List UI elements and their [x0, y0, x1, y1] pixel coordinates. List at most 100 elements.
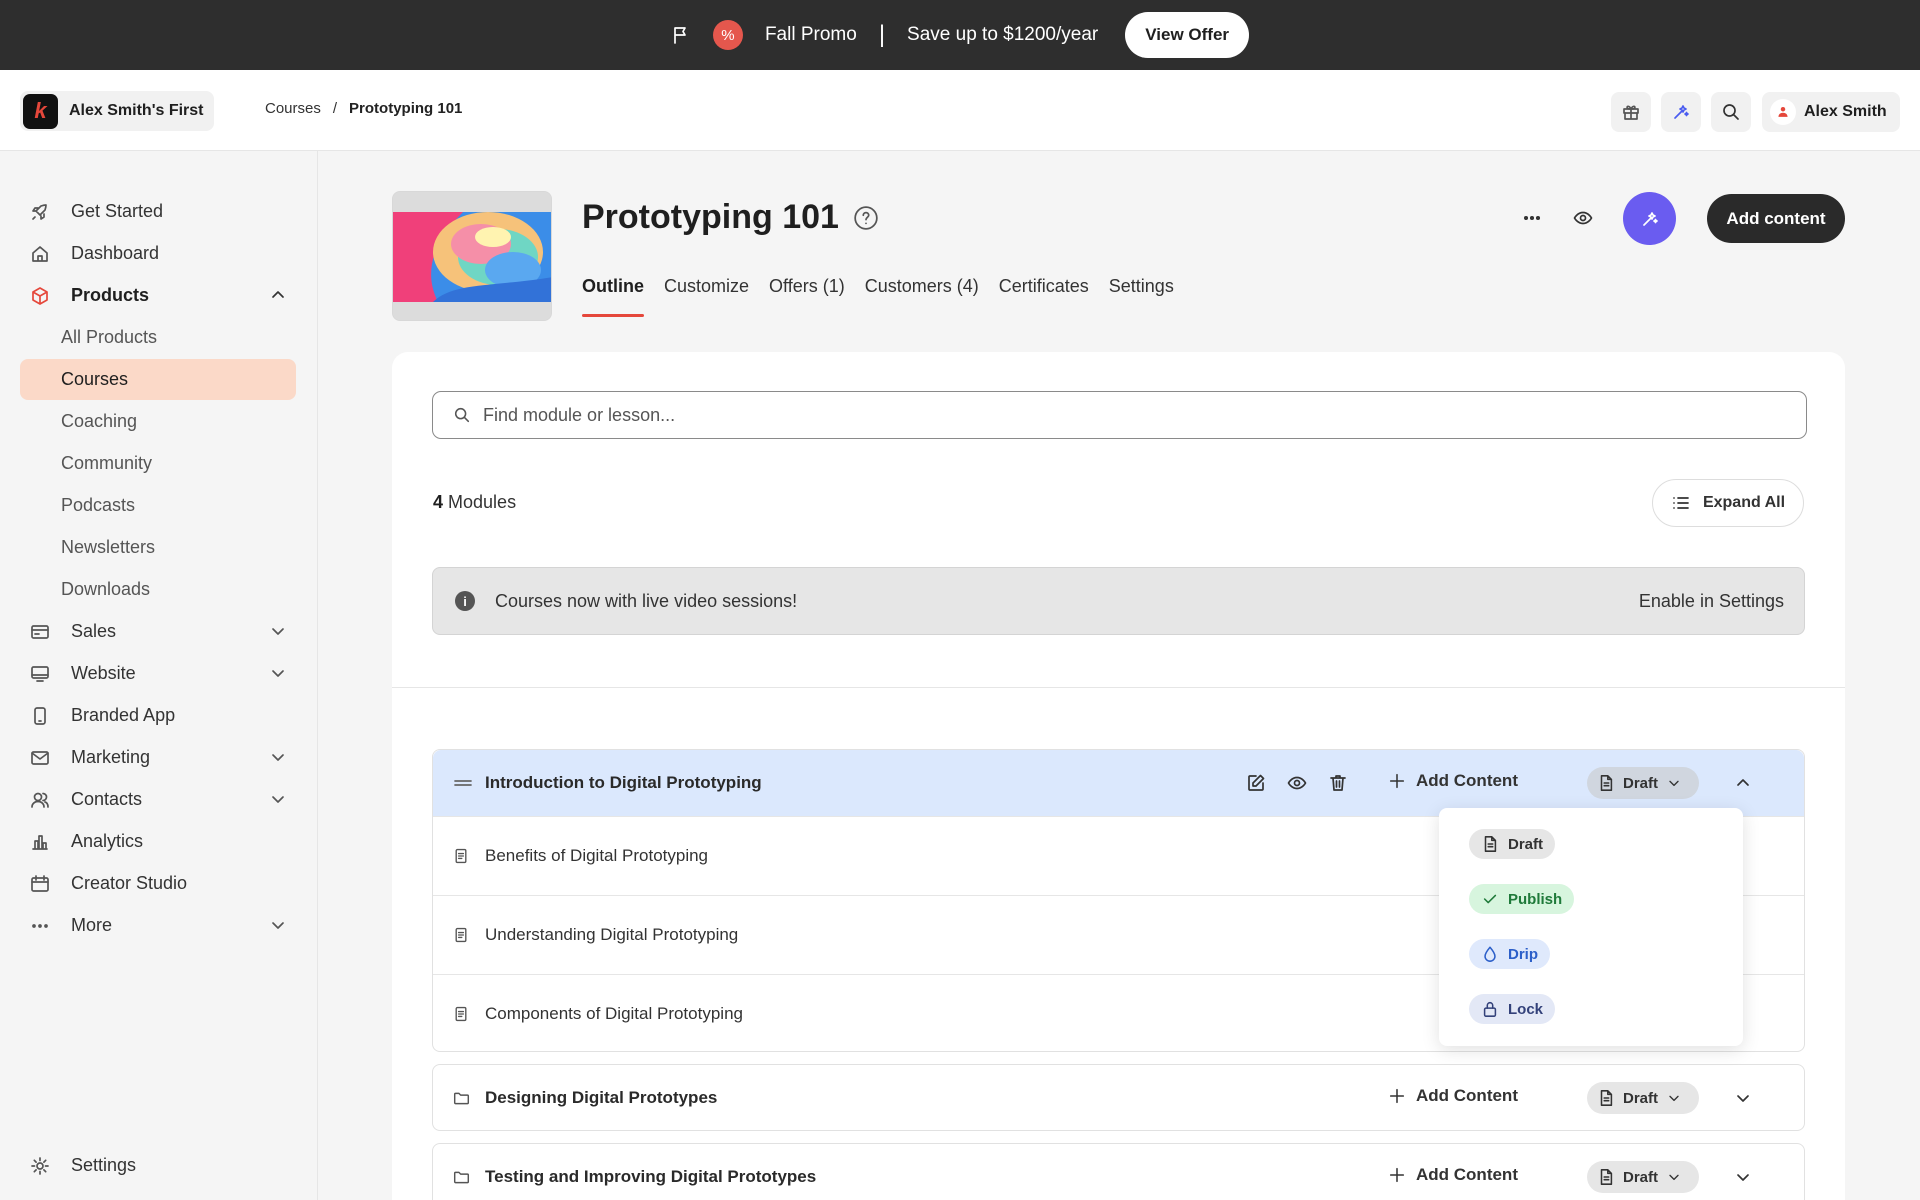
sidebar-item-sales[interactable]: Sales	[20, 611, 296, 652]
search-icon	[454, 407, 470, 423]
tab-certificates[interactable]: Certificates	[999, 276, 1089, 317]
drag-handle-icon[interactable]	[453, 773, 475, 793]
sidebar-item-courses[interactable]: Courses	[20, 359, 296, 400]
expand-module-button[interactable]	[1733, 1167, 1753, 1187]
module-title: Introduction to Digital Prototyping	[485, 773, 762, 792]
sidebar-item-downloads[interactable]: Downloads	[20, 569, 296, 610]
lesson-document-icon	[453, 927, 475, 943]
sidebar-item-community[interactable]: Community	[20, 443, 296, 484]
status-dropdown[interactable]: Draft	[1587, 1082, 1699, 1114]
promo-message: Save up to $1200/year	[907, 24, 1099, 45]
plus-icon	[1389, 1088, 1405, 1104]
box-icon	[30, 286, 52, 306]
section-divider	[392, 687, 1845, 688]
chevron-down-icon	[268, 915, 288, 935]
course-thumbnail[interactable]	[392, 191, 552, 321]
breadcrumb-courses[interactable]: Courses	[265, 100, 321, 117]
sidebar-item-settings[interactable]: Settings	[20, 1145, 296, 1186]
sidebar-item-more[interactable]: More	[20, 905, 296, 946]
gift-button[interactable]	[1611, 92, 1651, 132]
droplet-icon	[1484, 946, 1496, 962]
eye-icon[interactable]	[1287, 773, 1307, 793]
module-header[interactable]: Testing and Improving Digital Prototypes…	[433, 1144, 1804, 1200]
eye-icon	[1573, 211, 1593, 225]
gear-icon	[30, 1156, 52, 1176]
edit-icon[interactable]	[1246, 773, 1266, 793]
trash-icon[interactable]	[1328, 773, 1348, 793]
sidebar-item-all-products[interactable]: All Products	[20, 317, 296, 358]
workspace-logo: k	[23, 93, 58, 129]
sidebar-item-analytics[interactable]: Analytics	[20, 821, 296, 862]
add-content-module-button[interactable]: Add Content	[1388, 1086, 1518, 1106]
module-header[interactable]: Designing Digital Prototypes Add Content…	[433, 1065, 1804, 1131]
sidebar-item-products[interactable]: Products	[20, 275, 296, 316]
page-title: Prototyping 101	[582, 198, 879, 237]
ai-assist-button[interactable]	[1661, 92, 1701, 132]
sidebar-item-branded-app[interactable]: Branded App	[20, 695, 296, 736]
more-options-button[interactable]	[1512, 198, 1552, 238]
breadcrumb-separator: /	[332, 100, 338, 117]
workspace-name: Alex Smith's First	[69, 102, 204, 119]
sidebar-item-coaching[interactable]: Coaching	[20, 401, 296, 442]
search-input[interactable]	[483, 404, 1783, 426]
document-icon	[1600, 775, 1613, 791]
sidebar-item-website[interactable]: Website	[20, 653, 296, 694]
outline-card: 4 Modules Expand All i Courses now with …	[392, 352, 1845, 1200]
help-icon[interactable]	[853, 205, 879, 231]
outline-search	[432, 391, 1807, 439]
tab-customize[interactable]: Customize	[664, 276, 749, 317]
status-dropdown[interactable]: Draft	[1587, 767, 1699, 799]
status-dropdown[interactable]: Draft	[1587, 1161, 1699, 1193]
collapse-module-button[interactable]	[1733, 773, 1753, 793]
flag-icon	[671, 25, 691, 45]
expand-module-button[interactable]	[1733, 1088, 1753, 1108]
plus-icon	[1389, 773, 1405, 789]
status-option-lock[interactable]: Lock	[1469, 994, 1556, 1024]
list-icon	[1673, 497, 1689, 509]
lock-icon	[1483, 1002, 1497, 1017]
sidebar-item-contacts[interactable]: Contacts	[20, 779, 296, 820]
percent-badge-icon: %	[712, 20, 743, 50]
promo-separator: |	[878, 21, 886, 48]
tab-outline[interactable]: Outline	[582, 276, 644, 317]
chevron-down-icon	[268, 747, 288, 767]
workspace-switcher[interactable]: k Alex Smith's First	[20, 91, 214, 131]
chevron-down-icon	[1669, 1095, 1679, 1102]
ellipsis-icon	[1523, 215, 1541, 221]
folder-icon	[453, 1169, 475, 1186]
sidebar-item-get-started[interactable]: Get Started	[20, 191, 296, 232]
search-button[interactable]	[1711, 92, 1751, 132]
status-option-draft[interactable]: Draft	[1469, 829, 1556, 859]
document-icon	[1600, 1169, 1613, 1185]
sparkle-wand-icon	[1674, 105, 1689, 119]
preview-button[interactable]	[1563, 198, 1603, 238]
plus-icon	[1389, 1167, 1405, 1183]
view-offer-button[interactable]: View Offer	[1125, 12, 1250, 58]
status-option-drip[interactable]: Drip	[1469, 939, 1550, 969]
sidebar-item-creator-studio[interactable]: Creator Studio	[20, 863, 296, 904]
enable-in-settings-link[interactable]: Enable in Settings	[1639, 591, 1784, 612]
add-content-module-button[interactable]: Add Content	[1388, 771, 1518, 791]
ai-generate-button[interactable]	[1623, 192, 1676, 245]
expand-all-button[interactable]: Expand All	[1652, 479, 1804, 527]
chevron-down-icon	[1669, 780, 1679, 787]
home-icon	[30, 244, 52, 264]
status-option-publish[interactable]: Publish	[1469, 884, 1575, 914]
module-header[interactable]: Introduction to Digital Prototyping Add …	[433, 750, 1804, 816]
user-menu[interactable]: Alex Smith	[1762, 92, 1900, 132]
tab-customers[interactable]: Customers (4)	[865, 276, 979, 317]
document-icon	[1484, 836, 1497, 852]
tab-offers[interactable]: Offers (1)	[769, 276, 845, 317]
sidebar-item-dashboard[interactable]: Dashboard	[20, 233, 296, 274]
add-content-button[interactable]: Add content	[1707, 194, 1845, 243]
sidebar-item-podcasts[interactable]: Podcasts	[20, 485, 296, 526]
sidebar-item-marketing[interactable]: Marketing	[20, 737, 296, 778]
sidebar-item-newsletters[interactable]: Newsletters	[20, 527, 296, 568]
add-content-module-button[interactable]: Add Content	[1388, 1165, 1518, 1185]
chevron-up-icon	[268, 285, 288, 305]
bar-chart-icon	[30, 832, 52, 852]
module-title: Designing Digital Prototypes	[485, 1088, 718, 1107]
tab-settings[interactable]: Settings	[1109, 276, 1174, 317]
chevron-down-icon	[1669, 1174, 1679, 1181]
gift-icon	[1623, 105, 1639, 120]
